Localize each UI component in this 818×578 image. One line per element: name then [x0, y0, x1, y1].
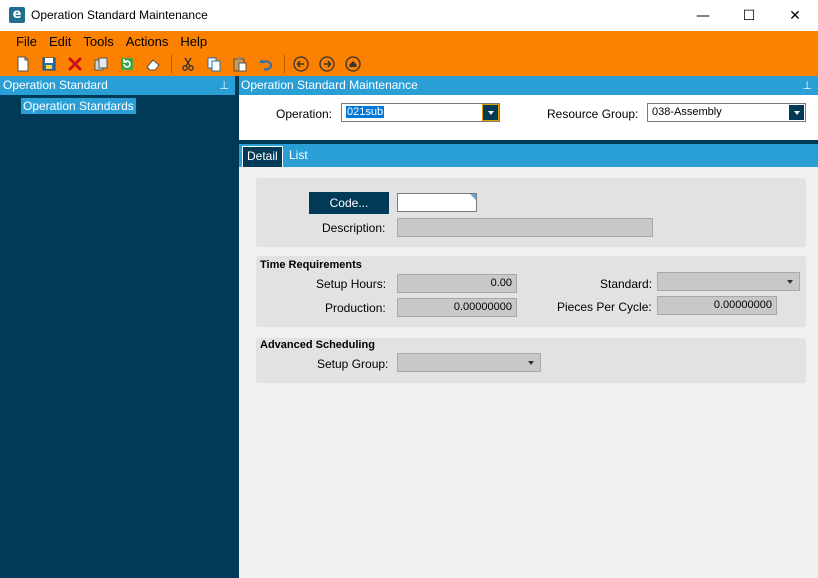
production-value: 0.00000000: [453, 301, 512, 313]
attachment-button[interactable]: [90, 53, 112, 75]
menu-file[interactable]: File: [10, 34, 43, 50]
window-title: Operation Standard Maintenance: [31, 8, 208, 22]
code-input[interactable]: [397, 193, 477, 212]
time-requirements-title: Time Requirements: [260, 259, 362, 271]
menu-toolbar-band: File Edit Tools Actions Help: [0, 31, 818, 76]
standard-label: Standard:: [600, 277, 653, 291]
main-pane: Operation Standard Maintenance ⊥ Operati…: [239, 76, 818, 578]
new-button[interactable]: [12, 53, 34, 75]
setup-hours-field[interactable]: 0.00: [397, 274, 517, 293]
toolbar-separator: [171, 55, 172, 73]
close-button[interactable]: ✕: [772, 0, 818, 31]
advanced-scheduling-title: Advanced Scheduling: [260, 339, 375, 351]
chevron-down-icon[interactable]: [789, 105, 804, 120]
minimize-button[interactable]: —: [680, 0, 726, 31]
tab-detail[interactable]: Detail: [242, 146, 283, 167]
operation-label: Operation:: [276, 107, 333, 121]
menu-bar: File Edit Tools Actions Help: [10, 34, 213, 50]
general-group: Code... Description:: [256, 178, 806, 247]
clear-icon: [146, 59, 160, 71]
forward-button[interactable]: [316, 53, 338, 75]
chevron-down-icon[interactable]: [482, 104, 499, 121]
toolbar-separator: [284, 55, 285, 73]
production-label: Production:: [325, 301, 386, 315]
operation-value: 021sub: [346, 106, 385, 118]
navigation-pane: Operation Standard ⊥ Operation Standards: [0, 76, 235, 578]
tree-item-operation-standards[interactable]: Operation Standards: [21, 98, 136, 114]
main-pane-title: Operation Standard Maintenance: [241, 78, 418, 92]
cut-icon: [182, 57, 194, 71]
clear-button[interactable]: [142, 53, 164, 75]
attachment-icon: [94, 57, 108, 71]
undo-button[interactable]: [255, 53, 277, 75]
main-pane-header: Operation Standard Maintenance ⊥: [239, 76, 818, 95]
save-icon: [42, 57, 56, 71]
app-icon: e: [9, 7, 25, 23]
pin-icon[interactable]: ⊥: [802, 76, 812, 95]
toolbar: [12, 53, 368, 75]
pieces-per-cycle-field[interactable]: 0.00000000: [657, 296, 777, 315]
menu-actions[interactable]: Actions: [120, 34, 175, 50]
time-requirements-group: Time Requirements Setup Hours: 0.00 Stan…: [256, 256, 806, 327]
new-icon: [17, 56, 29, 72]
resource-group-label: Resource Group:: [547, 107, 639, 121]
navigation-pane-title: Operation Standard: [3, 78, 108, 92]
menu-help[interactable]: Help: [174, 34, 213, 50]
menu-tools[interactable]: Tools: [77, 34, 119, 50]
back-icon: [293, 56, 309, 72]
pieces-per-cycle-label: Pieces Per Cycle:: [557, 300, 652, 314]
setup-hours-label: Setup Hours:: [316, 277, 387, 291]
maximize-button[interactable]: ☐: [726, 0, 772, 31]
cut-button[interactable]: [177, 53, 199, 75]
tab-strip: Detail List: [239, 144, 818, 167]
setup-group-label: Setup Group:: [317, 357, 389, 371]
refresh-button[interactable]: [116, 53, 138, 75]
resource-group-value: 038-Assembly: [652, 106, 722, 118]
description-label: Description:: [322, 221, 386, 235]
production-field[interactable]: 0.00000000: [397, 298, 517, 317]
title-bar: e Operation Standard Maintenance — ☐ ✕: [0, 0, 818, 31]
paste-icon: [233, 57, 247, 72]
pin-icon[interactable]: ⊥: [219, 76, 229, 95]
description-field[interactable]: [397, 218, 653, 237]
tab-list[interactable]: List: [285, 146, 312, 167]
resource-group-combo[interactable]: 038-Assembly: [647, 103, 806, 122]
menu-edit[interactable]: Edit: [43, 34, 77, 50]
copy-icon: [207, 57, 221, 72]
undo-icon: [259, 59, 273, 71]
navigation-pane-header: Operation Standard ⊥: [0, 76, 235, 95]
refresh-icon: [121, 58, 133, 70]
back-button[interactable]: [290, 53, 312, 75]
paste-button[interactable]: [229, 53, 251, 75]
pieces-per-cycle-value: 0.00000000: [713, 299, 772, 311]
setup-group-dropdown[interactable]: [397, 353, 541, 372]
code-button[interactable]: Code...: [309, 192, 389, 214]
forward-icon: [319, 56, 335, 72]
delete-icon: [68, 57, 82, 71]
copy-button[interactable]: [203, 53, 225, 75]
setup-hours-value: 0.00: [490, 277, 512, 289]
standard-dropdown[interactable]: [657, 272, 800, 291]
home-button[interactable]: [342, 53, 364, 75]
home-icon: [345, 56, 361, 72]
operation-combo[interactable]: 021sub: [341, 103, 500, 122]
save-button[interactable]: [38, 53, 60, 75]
advanced-scheduling-group: Advanced Scheduling Setup Group:: [256, 338, 806, 383]
delete-button[interactable]: [64, 53, 86, 75]
operation-bar: Operation: 021sub Resource Group: 038-As…: [239, 95, 818, 140]
